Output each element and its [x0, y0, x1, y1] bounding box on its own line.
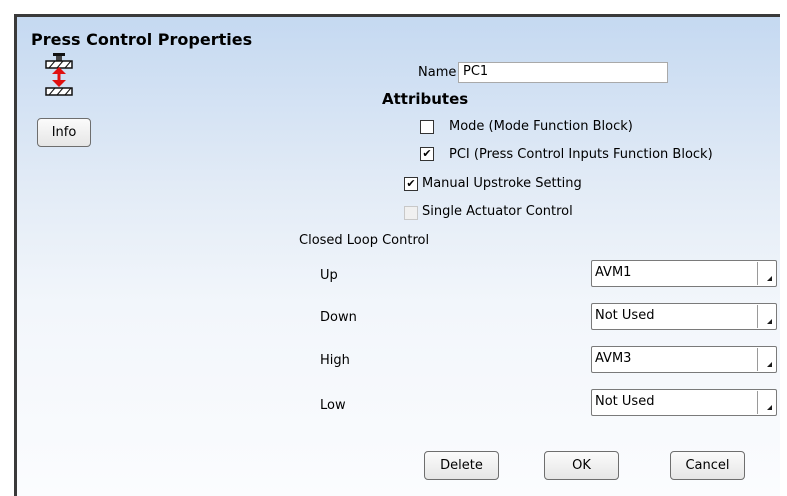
dialog-title: Press Control Properties [31, 30, 253, 49]
info-button[interactable]: Info [37, 118, 91, 147]
name-label: Name [418, 65, 457, 80]
chevron-down-icon[interactable] [757, 391, 775, 414]
press-control-icon [45, 53, 73, 96]
manual-upstroke-label: Manual Upstroke Setting [422, 176, 582, 191]
high-select[interactable]: AVM3 [591, 346, 777, 373]
cancel-button[interactable]: Cancel [670, 451, 745, 480]
down-select-value: Not Used [595, 308, 655, 323]
up-select-value: AVM1 [595, 265, 632, 280]
mode-label: Mode (Mode Function Block) [449, 119, 633, 134]
chevron-down-icon[interactable] [757, 348, 775, 371]
chevron-down-icon[interactable] [757, 262, 775, 285]
low-select-value: Not Used [595, 394, 655, 409]
down-label: Down [320, 310, 357, 325]
up-label: Up [320, 268, 338, 283]
pci-checkbox[interactable] [420, 147, 434, 161]
manual-upstroke-checkbox[interactable] [404, 177, 418, 191]
press-control-properties-dialog: Press Control Properties Info Name PC1 A… [14, 14, 780, 496]
delete-button[interactable]: Delete [424, 451, 499, 480]
name-input[interactable]: PC1 [458, 62, 668, 83]
low-select[interactable]: Not Used [591, 389, 777, 416]
attributes-heading: Attributes [382, 90, 469, 108]
ok-button[interactable]: OK [544, 451, 619, 480]
single-actuator-checkbox [404, 206, 418, 220]
high-select-value: AVM3 [595, 351, 632, 366]
mode-checkbox[interactable] [420, 120, 434, 134]
pci-label: PCI (Press Control Inputs Function Block… [449, 147, 713, 162]
up-select[interactable]: AVM1 [591, 260, 777, 287]
high-label: High [320, 353, 350, 368]
down-select[interactable]: Not Used [591, 303, 777, 330]
chevron-down-icon[interactable] [757, 305, 775, 328]
low-label: Low [320, 398, 346, 413]
closed-loop-heading: Closed Loop Control [299, 233, 430, 248]
single-actuator-label: Single Actuator Control [422, 204, 573, 219]
